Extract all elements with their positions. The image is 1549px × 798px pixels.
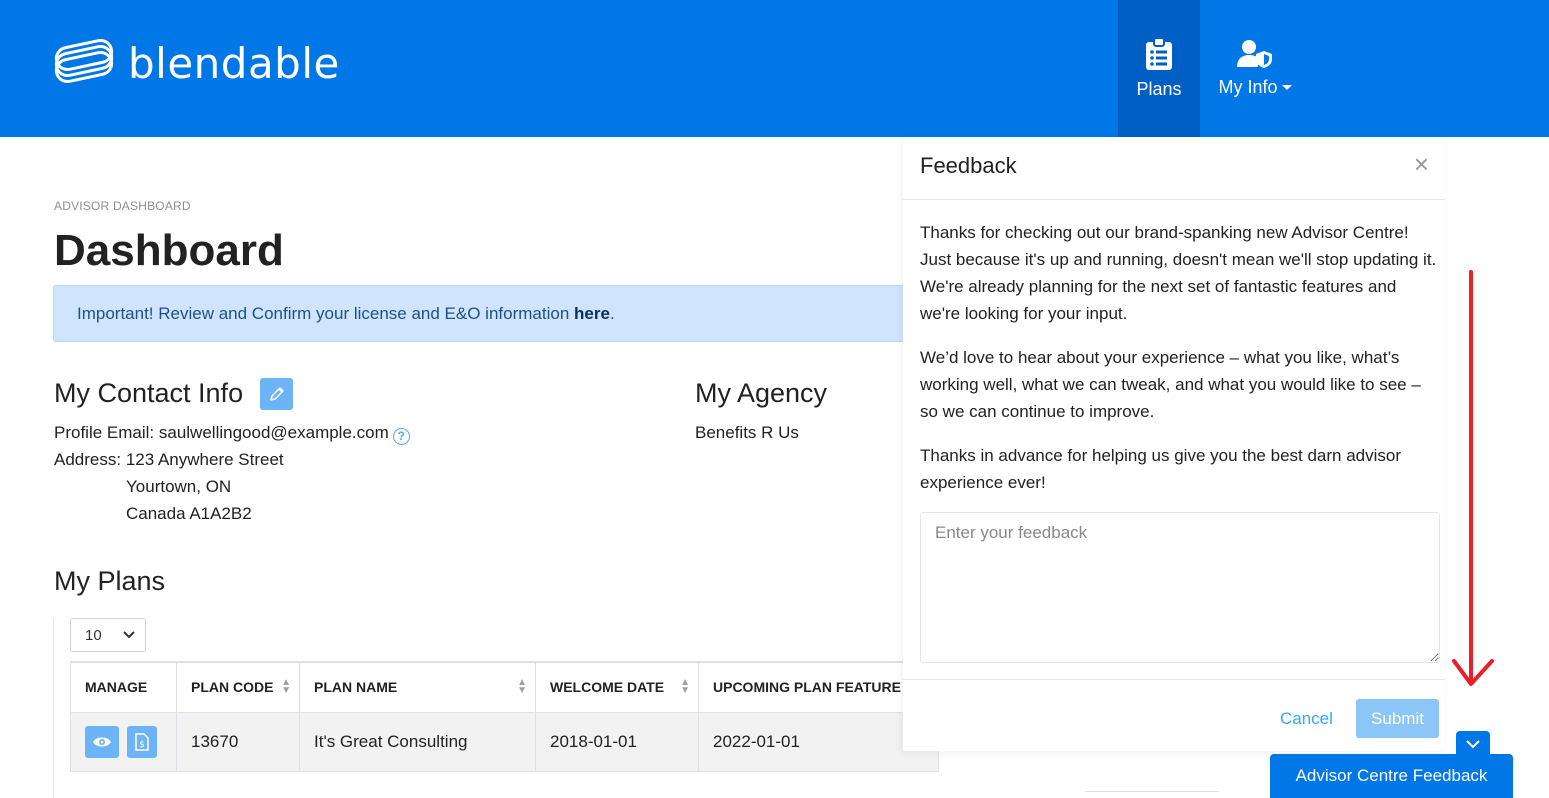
- edit-contact-button[interactable]: [260, 378, 293, 410]
- col-plan-name-label: PLAN NAME: [314, 679, 398, 696]
- blendable-logo[interactable]: blendable: [52, 38, 340, 90]
- feedback-paragraph-3: Thanks in advance for helping us give yo…: [920, 446, 1402, 492]
- sort-icon[interactable]: ▲ ▼: [680, 678, 690, 696]
- eye-icon: [93, 737, 111, 746]
- email-value: saulwellingood@example.com: [158, 423, 389, 442]
- plan-document-button[interactable]: $: [126, 725, 157, 758]
- nav-my-info-label: My Info: [1218, 77, 1292, 98]
- feedback-paragraph-2: We’d love to hear about your experience …: [920, 348, 1421, 421]
- welcome-date-cell: 2018-01-01: [535, 711, 699, 772]
- address-line-1: 123 Anywhere Street: [125, 450, 284, 469]
- address-label: Address:: [54, 450, 126, 469]
- page-length-value: 10: [85, 626, 102, 644]
- col-welcome-date[interactable]: WELCOME DATE ▲ ▼: [535, 661, 699, 713]
- address-line-2: Yourtown, ON: [126, 477, 232, 496]
- sort-icon[interactable]: ▲ ▼: [281, 678, 291, 696]
- feedback-footer-divider: [903, 679, 1445, 680]
- plans-table: MANAGE PLAN CODE ▲ ▼ PLAN NAME ▲ ▼ WELCOME D…: [70, 661, 940, 772]
- pencil-icon: [269, 387, 284, 401]
- pagination-hint: [1085, 791, 1219, 798]
- table-header-row: MANAGE PLAN CODE ▲ ▼ PLAN NAME ▲ ▼ WELCOME D…: [70, 661, 940, 713]
- breadcrumb: ADVISOR DASHBOARD: [54, 199, 191, 213]
- caret-down-icon: [1281, 85, 1292, 90]
- down-arrow-annotation: [1452, 270, 1494, 686]
- alert-text: Important! Review and Confirm your licen…: [77, 303, 575, 323]
- sort-icon[interactable]: ▲ ▼: [517, 678, 527, 696]
- table-row: $ 13670 It's Great Consulting 2018-01-01…: [70, 711, 940, 772]
- advisor-feedback-tab[interactable]: Advisor Centre Feedback: [1270, 754, 1513, 798]
- clipboard-list-icon: [1146, 37, 1172, 70]
- col-plan-code-label: PLAN CODE: [191, 679, 274, 696]
- blendable-logo-icon: [54, 38, 114, 84]
- contact-details: Profile Email: saulwellingood@example.co…: [54, 419, 410, 527]
- agency-title: My Agency: [695, 378, 828, 408]
- feedback-panel: Feedback × Thanks for checking out our b…: [903, 137, 1445, 751]
- help-icon[interactable]: ?: [392, 428, 410, 445]
- email-label: Profile Email:: [54, 423, 159, 442]
- col-welcome-date-label: WELCOME DATE: [550, 679, 665, 696]
- manage-cell: $: [70, 711, 177, 772]
- document-dollar-icon: $: [134, 732, 149, 751]
- contact-info-title: My Contact Info: [54, 378, 244, 408]
- feedback-title: Feedback: [920, 153, 1017, 178]
- chevron-down-icon: [1466, 739, 1480, 748]
- alert-here-link[interactable]: here: [574, 304, 610, 324]
- logo-text: blendable: [128, 39, 340, 88]
- chevron-down-icon: [123, 631, 135, 639]
- close-icon[interactable]: ×: [1414, 151, 1429, 177]
- page-title: Dashboard: [54, 226, 284, 275]
- cancel-button[interactable]: Cancel: [1280, 709, 1333, 729]
- agency-name: Benefits R Us: [695, 423, 799, 442]
- divider: [53, 618, 54, 798]
- feedback-input[interactable]: [920, 512, 1440, 663]
- alert-suffix: .: [609, 303, 615, 323]
- user-shield-icon: [1237, 40, 1272, 68]
- plan-name-cell: It's Great Consulting: [299, 711, 536, 772]
- plans-title: My Plans: [54, 566, 166, 596]
- profile-email-row: Profile Email: saulwellingood@example.co…: [54, 419, 410, 446]
- col-manage: MANAGE: [70, 661, 177, 713]
- license-alert: Important! Review and Confirm your licen…: [53, 285, 913, 342]
- feedback-paragraph-1: Thanks for checking out our brand-spanki…: [920, 223, 1437, 323]
- plan-code-cell: 13670: [176, 711, 300, 772]
- submit-button[interactable]: Submit: [1356, 699, 1439, 738]
- page-length-select[interactable]: 10: [70, 618, 146, 652]
- col-plan-code[interactable]: PLAN CODE ▲ ▼: [176, 661, 300, 713]
- address-line-3: Canada A1A2B2: [126, 504, 252, 523]
- address-row: Address: 123 Anywhere Street: [54, 446, 410, 473]
- nav-plans[interactable]: Plans: [1118, 0, 1200, 137]
- feedback-header: Feedback ×: [903, 137, 1445, 200]
- top-navbar: blendable Plans My Info: [0, 0, 1549, 137]
- feedback-body: Thanks for checking out our brand-spanki…: [920, 219, 1440, 513]
- svg-text:$: $: [139, 740, 145, 750]
- nav-my-info[interactable]: My Info: [1210, 0, 1300, 137]
- col-plan-name[interactable]: PLAN NAME ▲ ▼: [299, 661, 536, 713]
- view-plan-button[interactable]: [85, 725, 119, 758]
- nav-plans-label: Plans: [1136, 79, 1182, 99]
- nav-my-info-text: My Info: [1218, 77, 1278, 97]
